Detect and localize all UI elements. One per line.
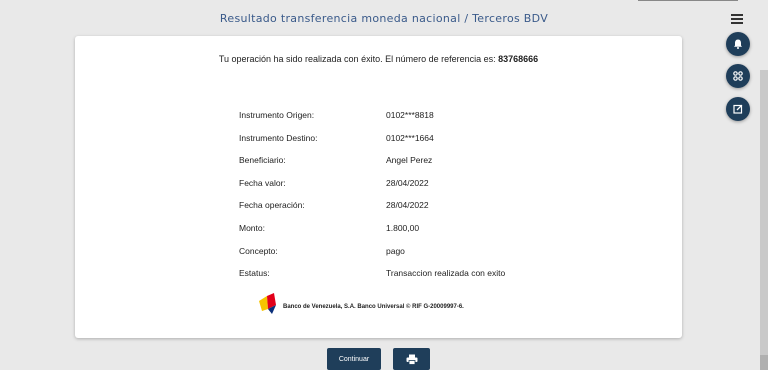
apps-icon[interactable]: [726, 64, 750, 88]
result-card: Tu operación ha sido realizada con éxito…: [75, 36, 682, 338]
success-message: Tu operación ha sido realizada con éxito…: [75, 54, 682, 64]
print-button[interactable]: [393, 348, 430, 370]
page-title: Resultado transferencia moneda nacional …: [219, 12, 549, 25]
printer-icon: [406, 354, 417, 365]
detail-label: Monto:: [239, 223, 265, 233]
bdv-logo-icon: [259, 293, 276, 314]
detail-value: 0102***8818: [386, 110, 434, 120]
top-divider: [638, 0, 738, 1]
detail-value: 28/04/2022: [386, 178, 429, 188]
reference-number: 83768666: [498, 54, 539, 64]
detail-value: Transaccion realizada con exito: [386, 268, 506, 278]
hamburger-icon[interactable]: [731, 14, 743, 24]
detail-label: Fecha valor:: [239, 178, 286, 188]
scrollbar-track[interactable]: [760, 70, 768, 370]
detail-value: 1.800,00: [386, 223, 420, 233]
detail-label: Estatus:: [239, 268, 270, 278]
bell-icon[interactable]: [726, 32, 750, 56]
detail-value: pago: [386, 246, 405, 256]
continue-button[interactable]: Continuar: [327, 348, 381, 370]
detail-label: Instrumento Destino:: [239, 133, 318, 143]
edit-icon[interactable]: [726, 97, 750, 121]
detail-label: Beneficiario:: [239, 155, 286, 165]
detail-value: 28/04/2022: [386, 200, 429, 210]
detail-label: Concepto:: [239, 246, 278, 256]
detail-value: Angel Perez: [386, 155, 433, 165]
detail-label: Fecha operación:: [239, 200, 305, 210]
scrollbar-thumb[interactable]: [760, 355, 768, 370]
detail-label: Instrumento Origen:: [239, 110, 315, 120]
footer-text: Banco de Venezuela, S.A. Banco Universal…: [283, 304, 464, 310]
detail-value: 0102***1664: [386, 133, 434, 143]
success-message-text: Tu operación ha sido realizada con éxito…: [218, 54, 499, 64]
